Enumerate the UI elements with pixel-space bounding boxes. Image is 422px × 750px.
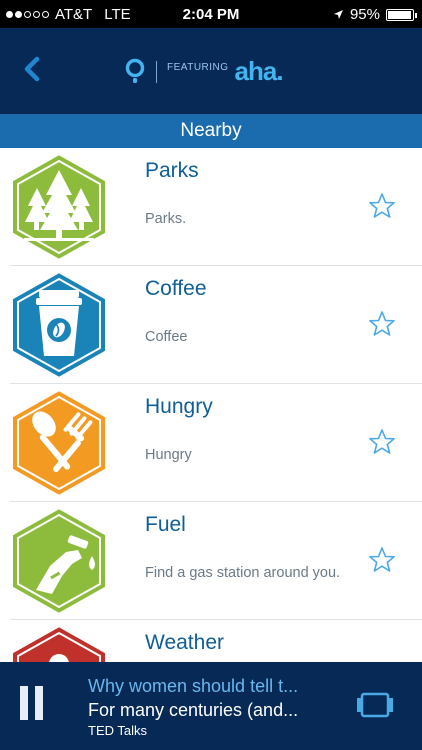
coffee-cup-icon xyxy=(9,268,109,382)
list-item-weather[interactable]: Weather xyxy=(0,620,422,662)
item-title: Parks xyxy=(145,159,199,182)
star-icon[interactable] xyxy=(368,428,396,456)
section-title: Nearby xyxy=(0,114,422,148)
now-playing-description: For many centuries (and... xyxy=(88,700,299,720)
now-playing-bar[interactable]: Why women should tell t... For many cent… xyxy=(0,662,422,750)
battery-percent: 95% xyxy=(349,6,380,23)
pause-bar xyxy=(20,686,28,720)
logo-divider xyxy=(156,60,157,83)
star-icon[interactable] xyxy=(368,192,396,220)
item-title: Hungry xyxy=(145,395,213,418)
pause-bar xyxy=(35,686,43,720)
list-item-fuel[interactable]: Fuel Find a gas station around you. xyxy=(0,502,422,620)
featuring-label: FEATURING xyxy=(167,62,229,73)
battery-fill xyxy=(388,10,411,19)
item-title: Coffee xyxy=(145,277,207,300)
brand-logo: FEATURING aha. xyxy=(124,56,284,87)
star-icon[interactable] xyxy=(368,310,396,338)
app-header: FEATURING aha. xyxy=(0,28,422,114)
list-item-parks[interactable]: Parks Parks. xyxy=(0,148,422,266)
status-right: 95% xyxy=(333,6,417,23)
item-description: Find a gas station around you. xyxy=(145,565,341,581)
nearby-list: Parks Parks. Coffee Coffee Hungry Hungry… xyxy=(0,148,422,662)
pause-icon[interactable] xyxy=(20,686,46,720)
weather-icon xyxy=(9,622,109,662)
brand-name: aha. xyxy=(234,56,284,86)
item-title: Weather xyxy=(145,631,224,654)
fuel-nozzle-icon xyxy=(9,504,109,618)
battery-icon xyxy=(386,8,417,21)
star-icon[interactable] xyxy=(368,546,396,574)
location-arrow-icon xyxy=(333,10,343,19)
now-playing-source: TED Talks xyxy=(88,723,147,738)
now-playing-title: Why women should tell t... xyxy=(88,676,299,696)
chevron-left-icon[interactable] xyxy=(18,54,48,84)
item-title: Fuel xyxy=(145,513,186,536)
list-item-hungry[interactable]: Hungry Hungry xyxy=(0,384,422,502)
screen-icon[interactable] xyxy=(356,692,394,718)
list-item-coffee[interactable]: Coffee Coffee xyxy=(0,266,422,384)
item-description: Coffee xyxy=(145,329,188,345)
item-description: Hungry xyxy=(145,447,192,463)
status-bar: AT&T LTE 2:04 PM 95% xyxy=(0,0,422,28)
trees-icon xyxy=(9,150,109,264)
item-description: Parks. xyxy=(145,211,187,227)
spoon-fork-icon xyxy=(9,386,109,500)
location-pin-icon xyxy=(125,58,145,83)
